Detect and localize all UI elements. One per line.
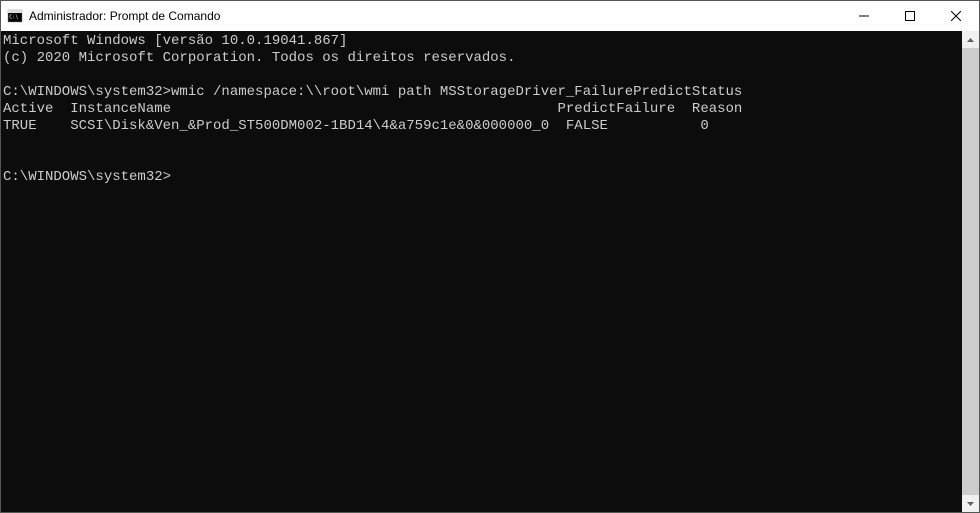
- terminal-line: Microsoft Windows [versão 10.0.19041.867…: [3, 33, 347, 49]
- scroll-down-button[interactable]: [962, 495, 979, 512]
- close-button[interactable]: [933, 1, 979, 31]
- vertical-scrollbar[interactable]: [962, 31, 979, 512]
- terminal-container: Microsoft Windows [versão 10.0.19041.867…: [1, 31, 979, 512]
- terminal-line: C:\WINDOWS\system32>wmic /namespace:\\ro…: [3, 84, 742, 100]
- command-prompt-window: C:\ Administrador: Prompt de Comando Mic…: [0, 0, 980, 513]
- terminal-prompt: C:\WINDOWS\system32>: [3, 169, 171, 185]
- terminal-line: (c) 2020 Microsoft Corporation. Todos os…: [3, 50, 515, 66]
- cmd-icon: C:\: [7, 8, 23, 24]
- svg-text:C:\: C:\: [9, 15, 18, 21]
- window-controls: [841, 1, 979, 31]
- terminal-line: TRUE SCSI\Disk&Ven_&Prod_ST500DM002-1BD1…: [3, 118, 709, 134]
- maximize-button[interactable]: [887, 1, 933, 31]
- terminal-line: Active InstanceName PredictFailure Reaso…: [3, 101, 742, 117]
- scroll-thumb[interactable]: [962, 48, 979, 495]
- terminal-output[interactable]: Microsoft Windows [versão 10.0.19041.867…: [1, 31, 962, 512]
- window-title: Administrador: Prompt de Comando: [29, 9, 841, 23]
- scroll-up-button[interactable]: [962, 31, 979, 48]
- minimize-button[interactable]: [841, 1, 887, 31]
- titlebar[interactable]: C:\ Administrador: Prompt de Comando: [1, 1, 979, 31]
- scroll-track[interactable]: [962, 48, 979, 495]
